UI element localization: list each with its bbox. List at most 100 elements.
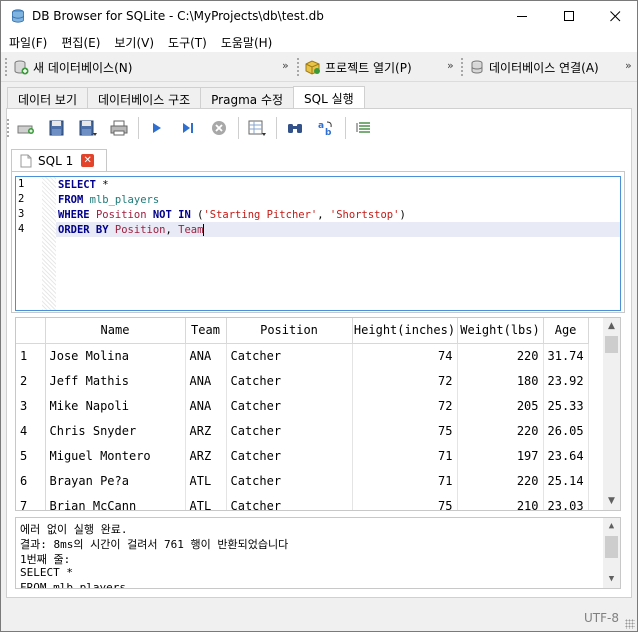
table-cell[interactable]: ATL [185,468,227,493]
table-cell[interactable]: ANA [185,393,227,418]
table-cell[interactable]: Jeff Mathis [45,368,186,393]
row-number[interactable]: 3 [16,393,46,418]
table-cell[interactable]: 71 [352,443,458,468]
table-cell[interactable]: 220 [457,343,544,368]
row-number[interactable]: 5 [16,443,46,468]
table-cell[interactable]: 197 [457,443,544,468]
table-cell[interactable]: 220 [457,468,544,493]
resize-grip-icon[interactable] [625,619,635,629]
menu-view[interactable]: 보기(V) [106,32,160,52]
save-results-button[interactable] [245,116,269,140]
minimize-button[interactable] [499,1,545,32]
scroll-down-arrow-icon[interactable]: ▼ [603,571,620,588]
open-project-button[interactable]: 프로젝트 열기(P) [297,52,412,82]
title-bar[interactable]: DB Browser for SQLite - C:\MyProjects\db… [1,1,637,32]
results-scrollbar[interactable]: ▲ ▼ [603,318,620,510]
table-cell[interactable]: 75 [352,418,458,443]
message-scrollbar[interactable]: ▲ ▼ [603,518,620,588]
table-cell[interactable]: Catcher [226,393,353,418]
table-row[interactable]: 5 Miguel Montero ARZ Catcher 71 197 23.64 [16,443,589,468]
stop-execution-button[interactable] [207,116,231,140]
close-tab-icon[interactable]: ✕ [81,154,95,167]
table-cell[interactable]: Catcher [226,418,353,443]
table-cell[interactable]: Catcher [226,468,353,493]
row-number[interactable]: 6 [16,468,46,493]
maximize-button[interactable] [546,1,592,32]
table-cell[interactable]: 180 [457,368,544,393]
toolbar-overflow-2[interactable]: » [447,59,454,72]
row-number[interactable]: 2 [16,368,46,393]
table-cell[interactable]: Catcher [226,443,353,468]
table-cell[interactable]: 23.92 [543,368,589,393]
tab-edit-pragmas[interactable]: Pragma 수정 [200,87,295,108]
table-cell[interactable]: 205 [457,393,544,418]
execute-all-button[interactable] [145,116,169,140]
table-cell[interactable]: 72 [352,393,458,418]
scroll-up-arrow-icon[interactable]: ▲ [603,318,620,335]
table-row[interactable]: 7 Brian McCann ATL Catcher 75 210 23.03 [16,493,589,510]
close-window-button[interactable] [592,1,638,32]
table-row[interactable]: 6 Brayan Pe?a ATL Catcher 71 220 25.14 [16,468,589,493]
table-cell[interactable]: Catcher [226,343,353,368]
results-grid[interactable]: Name Team Position Height(inches) Weight… [15,317,621,511]
toolbar-overflow-3[interactable]: » [625,59,632,72]
menu-tools[interactable]: 도구(T) [160,32,213,52]
sql-editor[interactable]: 1 2 3 4 SELECT * FROM mlb_players WHERE … [15,176,621,311]
toolbar-overflow-1[interactable]: » [282,59,289,72]
toolbar-handle[interactable] [297,58,300,76]
table-cell[interactable]: Chris Snyder [45,418,186,443]
table-cell[interactable]: 71 [352,468,458,493]
scrollbar-thumb[interactable] [605,536,618,558]
column-header-age[interactable]: Age [543,318,589,344]
table-cell[interactable]: Brayan Pe?a [45,468,186,493]
table-cell[interactable]: 210 [457,493,544,510]
open-tab-button[interactable] [14,116,38,140]
table-row[interactable]: 3 Mike Napoli ANA Catcher 72 205 25.33 [16,393,589,418]
table-cell[interactable]: ARZ [185,418,227,443]
print-button[interactable] [107,116,131,140]
tab-database-structure[interactable]: 데이터베이스 구조 [87,87,202,108]
fold-margin[interactable] [42,177,56,310]
row-number[interactable]: 7 [16,493,46,510]
table-row[interactable]: 1 Jose Molina ANA Catcher 74 220 31.74 [16,343,589,368]
column-header-position[interactable]: Position [226,318,353,344]
menu-edit[interactable]: 편집(E) [53,32,106,52]
message-pane[interactable]: 에러 없이 실행 완료. 결과: 8ms의 시간이 걸려서 761 행이 반환되… [15,517,621,589]
scroll-down-arrow-icon[interactable]: ▼ [603,493,620,510]
new-database-button[interactable]: 새 데이터베이스(N) [5,52,132,82]
tab-browse-data[interactable]: 데이터 보기 [7,87,89,108]
table-cell[interactable]: ATL [185,493,227,510]
tab-execute-sql[interactable]: SQL 실행 [293,86,365,108]
comment-uncomment-button[interactable] [352,116,376,140]
column-header-weight[interactable]: Weight(lbs) [457,318,544,344]
table-cell[interactable]: 23.64 [543,443,589,468]
scrollbar-thumb[interactable] [605,336,618,353]
sql-tab-1[interactable]: SQL 1 ✕ [11,149,107,171]
find-replace-button[interactable]: a b [314,116,338,140]
corner-header[interactable] [16,318,46,344]
table-cell[interactable]: ANA [185,343,227,368]
column-header-name[interactable]: Name [45,318,186,344]
table-cell[interactable]: Mike Napoli [45,393,186,418]
table-cell[interactable]: Brian McCann [45,493,186,510]
find-text-button[interactable] [283,116,307,140]
table-cell[interactable]: Jose Molina [45,343,186,368]
table-cell[interactable]: Miguel Montero [45,443,186,468]
open-sql-file-button[interactable] [45,116,69,140]
column-header-team[interactable]: Team [185,318,227,344]
toolbar-handle[interactable] [461,58,464,76]
row-number[interactable]: 1 [16,343,46,368]
table-cell[interactable]: 75 [352,493,458,510]
table-cell[interactable]: ARZ [185,443,227,468]
execute-current-line-button[interactable] [176,116,200,140]
table-cell[interactable]: 74 [352,343,458,368]
table-cell[interactable]: ANA [185,368,227,393]
table-cell[interactable]: 72 [352,368,458,393]
table-cell[interactable]: Catcher [226,368,353,393]
attach-database-button[interactable]: 데이터베이스 연결(A) [461,52,599,82]
scroll-up-arrow-icon[interactable]: ▲ [603,518,620,535]
table-cell[interactable]: 25.14 [543,468,589,493]
table-cell[interactable]: 220 [457,418,544,443]
menu-help[interactable]: 도움말(H) [213,32,279,52]
toolbar-handle[interactable] [5,58,8,76]
